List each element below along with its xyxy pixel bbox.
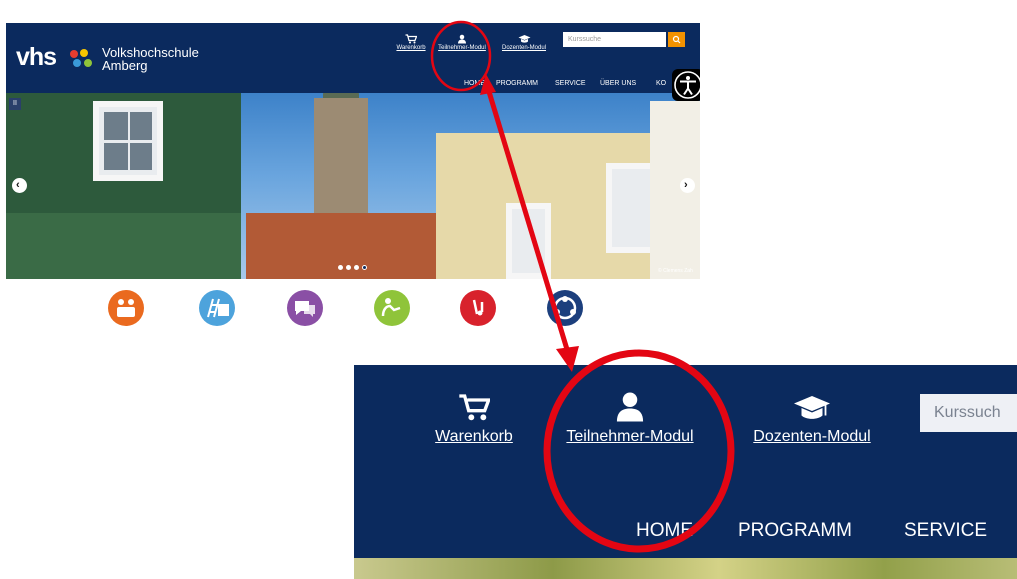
annotation-arrow-head — [556, 346, 579, 372]
annotation-overlay — [430, 20, 735, 553]
annotation-arrow-line — [484, 84, 572, 357]
highlight-circle-large — [543, 349, 735, 553]
highlight-circle-small — [430, 20, 492, 92]
